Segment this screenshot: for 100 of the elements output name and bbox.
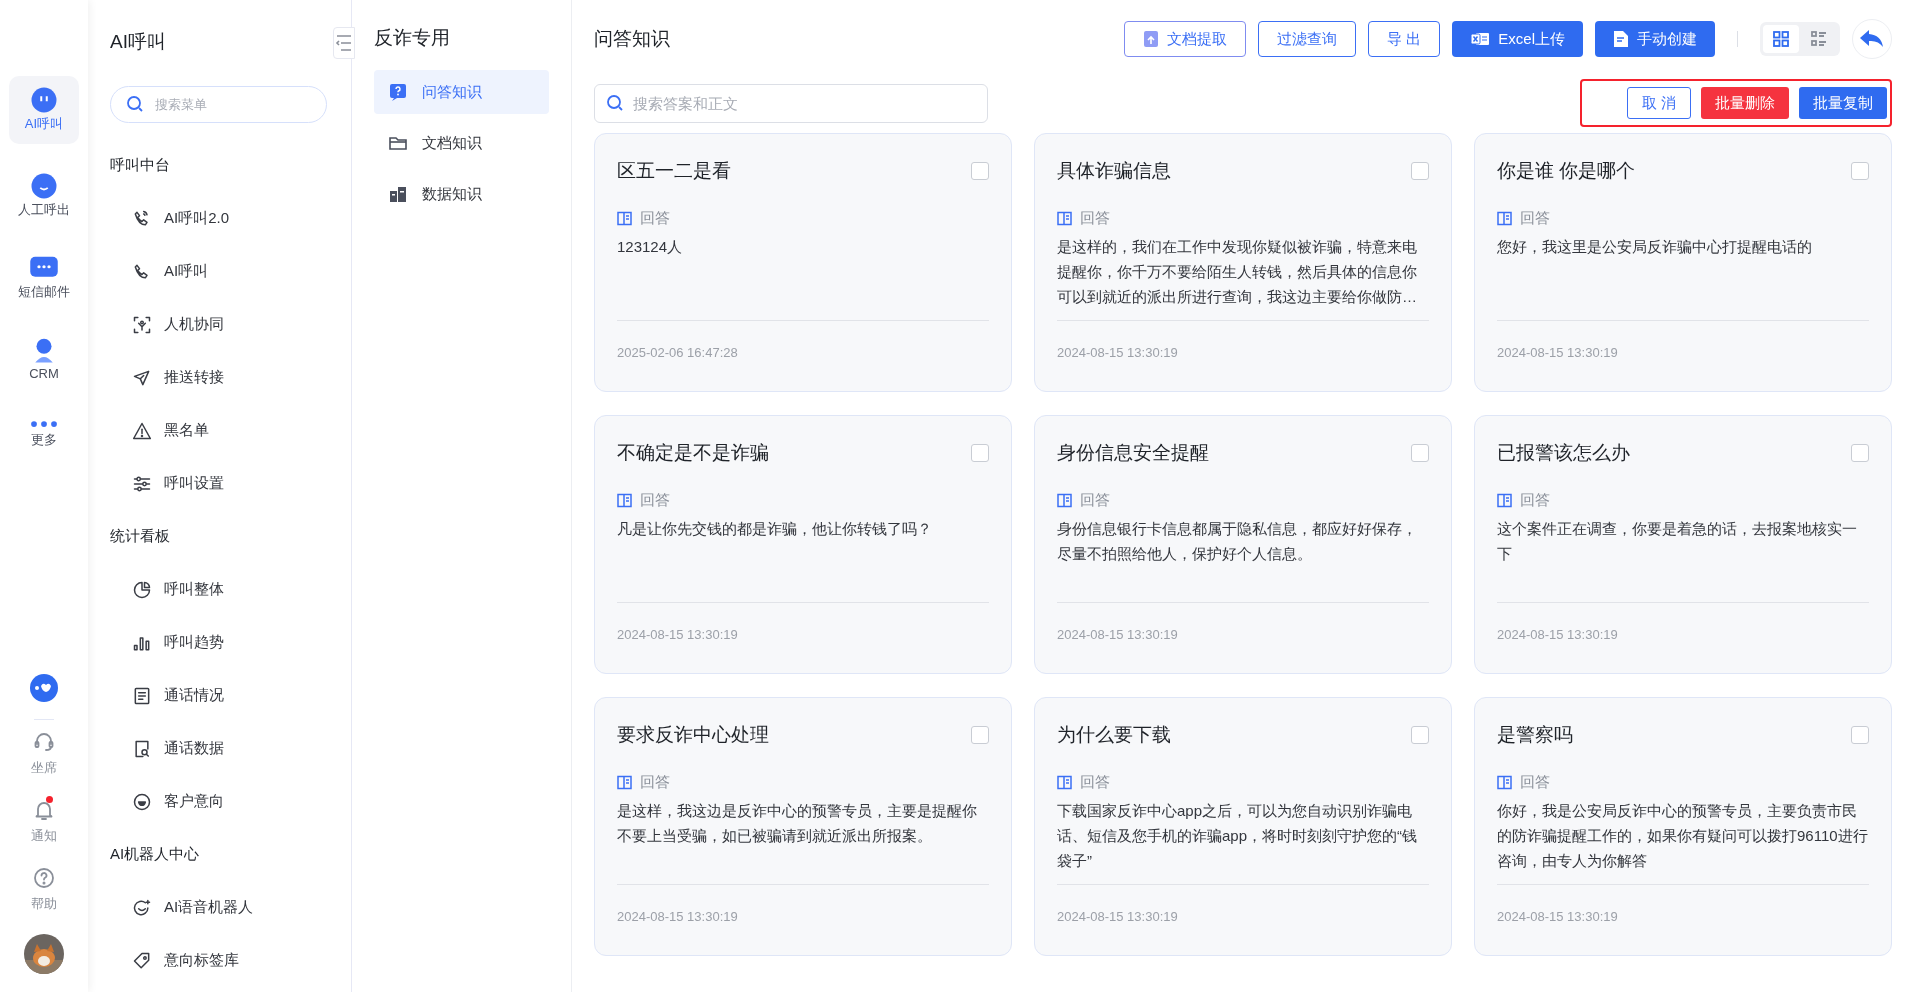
menu-item[interactable]: AI语音机器人	[110, 881, 327, 934]
answer-text: 身份信息银行卡信息都属于隐私信息，都应好好保存，尽量不拍照给他人，保护好个人信息。	[1057, 519, 1418, 564]
rail-item[interactable]: 短信邮件	[9, 248, 79, 308]
timestamp: 2024-08-15 13:30:19	[1497, 626, 1618, 644]
answer-text: 这个案件正在调查，你要是着急的话，去报案地核实一下	[1497, 519, 1858, 564]
checkbox[interactable]	[1851, 726, 1869, 744]
timestamp: 2024-08-15 13:30:19	[1057, 908, 1178, 926]
menu-item[interactable]: AI呼叫2.0	[110, 192, 327, 245]
rail-item[interactable]: 人工呼出	[9, 166, 79, 226]
menu-item[interactable]: 通话情况	[110, 669, 327, 722]
knowledge-card[interactable]: 不确定是不是诈骗 回答 凡是让你先交钱的都是诈骗，他让你转钱了吗？ 2024-08-15 13:30:19	[594, 415, 1012, 674]
menu-item[interactable]: 客户意向	[110, 775, 327, 828]
search-field[interactable]: 搜索答案和正文	[594, 83, 988, 123]
document-edit-icon	[1613, 30, 1629, 48]
menu-item[interactable]: AI呼叫	[110, 245, 327, 298]
face-icon	[132, 791, 152, 812]
nav-item[interactable]: 文档知识	[374, 121, 549, 165]
menu-item[interactable]: 人机协同	[110, 298, 327, 351]
knowledge-card[interactable]: 区五一二是看 回答 123124人 2025-02-06 16:47:28	[594, 133, 1012, 392]
card-title: 不确定是不是诈骗	[617, 441, 769, 465]
book-icon	[617, 774, 632, 790]
book-icon	[617, 210, 632, 226]
toolbar-button[interactable]: 导 出	[1368, 21, 1441, 57]
checkbox[interactable]	[1411, 444, 1429, 462]
checkbox[interactable]	[1851, 444, 1869, 462]
book-icon	[1057, 492, 1072, 508]
answer-text: 凡是让你先交钱的都是诈骗，他让你转钱了吗？	[617, 519, 933, 539]
answer-label: 回答	[640, 771, 670, 792]
checkbox[interactable]	[1411, 162, 1429, 180]
timestamp: 2024-08-15 13:30:19	[1057, 344, 1178, 362]
answer-label: 回答	[640, 207, 670, 228]
nav-item[interactable]: 数据知识	[374, 172, 549, 216]
answer-text: 123124人	[617, 237, 684, 257]
document-icon	[132, 685, 152, 706]
search-icon	[126, 95, 144, 113]
book-icon	[1497, 492, 1512, 508]
rail-item[interactable]: 更多	[9, 412, 79, 456]
card-title: 为什么要下载	[1057, 723, 1171, 747]
checkbox[interactable]	[971, 444, 989, 462]
database-icon	[388, 184, 408, 204]
timestamp: 2024-08-15 13:30:19	[1497, 344, 1618, 362]
card-title: 身份信息安全提醒	[1057, 441, 1209, 465]
knowledge-card[interactable]: 是警察吗 回答 你好，我是公安局反诈中心的预警专员，主要负责市民的防诈骗提醒工作的，如果你有疑问可以拨打96110进行咨询，由专人为你解答 2024-08-15 13:30:19	[1474, 697, 1892, 956]
checkbox[interactable]	[971, 162, 989, 180]
document-search-icon	[132, 738, 152, 759]
timestamp: 2024-08-15 13:30:19	[1497, 908, 1618, 926]
knowledge-card[interactable]: 要求反诈中心处理 回答 是这样，我这边是反诈中心的预警专员，主要是提醒你不要上当受骗，如已被骗请到就近派出所报案。 2024-08-15 13:30:19	[594, 697, 1012, 956]
pie-chart-icon	[132, 579, 152, 600]
card-title: 具体诈骗信息	[1057, 159, 1171, 183]
knowledge-card[interactable]: 身份信息安全提醒 回答 身份信息银行卡信息都属于隐私信息，都应好好保存，尽量不拍照给他人，保护好个人信息。 2024-08-15 13:30:19	[1034, 415, 1452, 674]
more-icon	[29, 419, 59, 429]
knowledge-card[interactable]: 你是谁 你是哪个 回答 您好，我这里是公安局反诈骗中心打提醒电话的 2024-08-15 13:30:19	[1474, 133, 1892, 392]
answer-label: 回答	[1080, 489, 1110, 510]
app-logo-icon	[29, 673, 59, 703]
spreadsheet-icon	[1470, 31, 1491, 47]
timestamp: 2025-02-06 16:47:28	[617, 344, 738, 362]
rail-item[interactable]: CRM	[9, 330, 79, 390]
toolbar-button[interactable]: Excel上传	[1452, 21, 1583, 57]
answer-label: 回答	[1080, 771, 1110, 792]
sidebar-title: AI呼叫	[110, 30, 167, 54]
card-title: 要求反诈中心处理	[617, 723, 769, 747]
tag-icon	[132, 950, 152, 971]
section-heading: AI机器人中心	[110, 844, 201, 865]
batch-button[interactable]: 取 消	[1626, 87, 1691, 119]
page-title: 问答知识	[594, 26, 670, 51]
toolbar-button[interactable]: 手动创建	[1595, 21, 1715, 57]
answer-text: 您好，我这里是公安局反诈骗中心打提醒电话的	[1497, 237, 1813, 257]
menu-item[interactable]: 意向标签库	[110, 934, 327, 987]
toolbar-button[interactable]: 过滤查询	[1258, 21, 1357, 57]
menu-item[interactable]: 黑名单	[110, 404, 327, 457]
batch-button[interactable]: 批量删除	[1701, 87, 1789, 119]
answer-text: 你好，我是公安局反诈中心的预警专员，主要负责市民的防诈骗提醒工作的，如果你有疑问可以拨打96110进行咨询，由专人为你解答	[1497, 801, 1869, 871]
knowledge-card[interactable]: 已报警该怎么办 回答 这个案件正在调查，你要是着急的话，去报案地核实一下 2024-08-15 13:30:19	[1474, 415, 1892, 674]
batch-button[interactable]: 批量复制	[1799, 87, 1887, 119]
list-icon	[1810, 30, 1828, 48]
checkbox[interactable]	[1851, 162, 1869, 180]
knowledge-card[interactable]: 具体诈骗信息 回答 是这样的，我们在工作中发现你疑似被诈骗，特意来电提醒你，你千万不要给陌生人转钱，然后具体的信息你可以到就近的派出所进行查询，我这边主要给你做防… 2024-08-15 13:30:19	[1034, 133, 1452, 392]
knowledge-card[interactable]: 为什么要下载 回答 下载国家反诈中心app之后，可以为您自动识别诈骗电话、短信及您手机的诈骗app，将时时刻刻守护您的“钱袋子” 2024-08-15 13:30:19	[1034, 697, 1452, 956]
answer-text: 下载国家反诈中心app之后，可以为您自动识别诈骗电话、短信及您手机的诈骗app，将时时刻刻守护您的“钱袋子”	[1057, 801, 1419, 871]
search-icon	[606, 93, 624, 112]
help-icon	[32, 866, 56, 890]
menu-item[interactable]: 通话数据	[110, 722, 327, 775]
checkbox[interactable]	[971, 726, 989, 744]
grid-icon	[1772, 30, 1790, 48]
menu-item[interactable]: 呼叫趋势	[110, 616, 327, 669]
answer-label: 回答	[1520, 489, 1550, 510]
nav-item[interactable]: 问答知识	[374, 70, 549, 114]
menu-item[interactable]: 呼叫整体	[110, 563, 327, 616]
warning-icon	[132, 420, 152, 441]
answer-label: 回答	[640, 489, 670, 510]
menu-item[interactable]: 推送转接	[110, 351, 327, 404]
rail-item[interactable]: AI呼叫	[9, 76, 79, 144]
search-field[interactable]: 搜索菜单	[110, 86, 327, 123]
checkbox[interactable]	[1411, 726, 1429, 744]
toolbar-button[interactable]: 文档提取	[1124, 21, 1247, 57]
headset-icon	[32, 730, 56, 754]
menu-item[interactable]: 呼叫设置	[110, 457, 327, 510]
card-title: 区五一二是看	[617, 159, 731, 183]
robot-chat-icon	[132, 897, 152, 918]
view-button[interactable]	[1763, 25, 1799, 53]
